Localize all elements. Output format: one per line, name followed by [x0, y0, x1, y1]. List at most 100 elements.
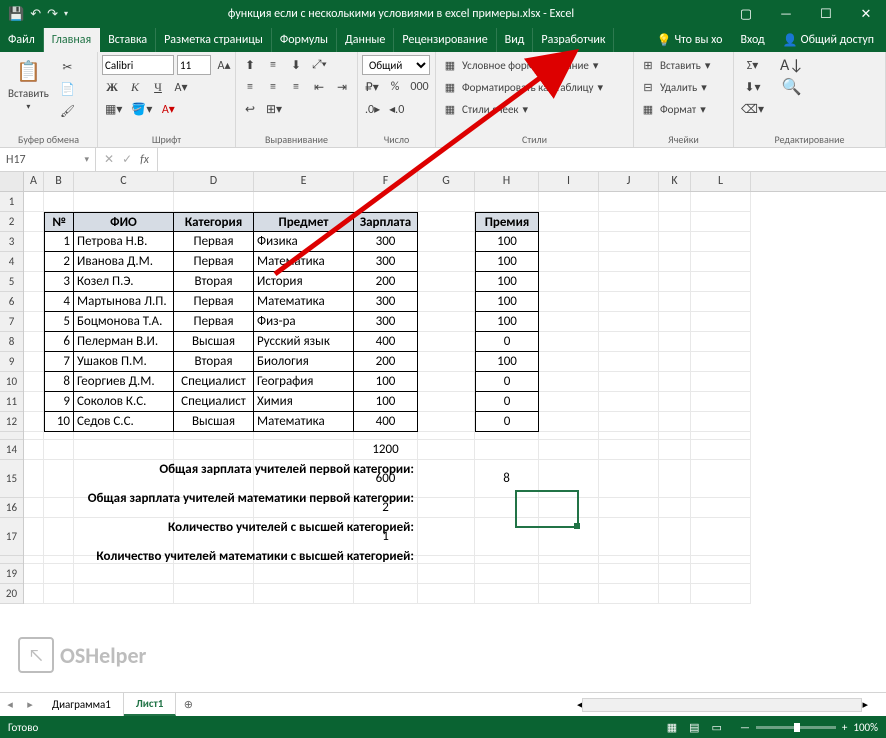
decrease-font-icon[interactable]: A▾ — [171, 77, 191, 97]
cancel-formula-icon[interactable]: ✕ — [104, 152, 114, 167]
cell[interactable] — [691, 584, 751, 604]
cell[interactable] — [691, 412, 751, 432]
cell[interactable]: Мартынова Л.П. — [74, 292, 174, 312]
cell[interactable] — [418, 440, 475, 460]
cell[interactable] — [539, 440, 599, 460]
comma-icon[interactable]: 000 — [408, 77, 431, 97]
cell[interactable] — [44, 564, 74, 584]
cell[interactable]: № — [44, 212, 74, 232]
cell[interactable] — [24, 440, 44, 460]
col-header-E[interactable]: E — [254, 172, 354, 191]
cell[interactable] — [475, 192, 539, 212]
cell[interactable] — [44, 460, 74, 498]
col-header-L[interactable]: L — [691, 172, 751, 191]
cell[interactable]: 3 — [44, 272, 74, 292]
cell[interactable] — [659, 292, 691, 312]
cell[interactable] — [44, 498, 74, 518]
row-header[interactable]: 3 — [0, 232, 23, 252]
col-header-K[interactable]: K — [659, 172, 691, 191]
autosum-icon[interactable]: Σ▾ — [738, 55, 767, 75]
col-header-F[interactable]: F — [354, 172, 418, 191]
cell[interactable] — [599, 412, 659, 432]
cell[interactable]: 400 — [354, 332, 418, 352]
cell[interactable] — [691, 440, 751, 460]
cell[interactable]: Математика — [254, 412, 354, 432]
cell[interactable] — [599, 272, 659, 292]
cell[interactable] — [24, 392, 44, 412]
tab-page-layout[interactable]: Разметка страницы — [156, 28, 272, 52]
cell[interactable]: 0 — [475, 372, 539, 392]
cell[interactable] — [599, 372, 659, 392]
row-header[interactable]: 15 — [0, 460, 23, 498]
format-cells-button[interactable]: ▦Формат ▾ — [638, 99, 729, 119]
row-header[interactable]: 1 — [0, 192, 23, 212]
cell[interactable]: 10 — [44, 412, 74, 432]
cell[interactable] — [44, 556, 74, 564]
cell[interactable] — [254, 440, 354, 460]
sheet-tab-list1[interactable]: Лист1 — [124, 693, 177, 716]
cell[interactable]: Иванова Д.М. — [74, 252, 174, 272]
cell[interactable] — [418, 460, 475, 498]
cell[interactable] — [539, 392, 599, 412]
cell[interactable] — [539, 584, 599, 604]
cell[interactable] — [599, 440, 659, 460]
cell[interactable]: 100 — [475, 292, 539, 312]
cell[interactable] — [24, 564, 44, 584]
cell[interactable] — [44, 518, 74, 556]
cell[interactable]: Соколов К.С. — [74, 392, 174, 412]
cell[interactable] — [24, 432, 44, 440]
font-size-combo[interactable] — [177, 55, 211, 75]
cell[interactable] — [475, 564, 539, 584]
cell[interactable] — [659, 498, 691, 518]
cell[interactable] — [354, 432, 418, 440]
cell[interactable] — [539, 212, 599, 232]
cell[interactable]: 100 — [475, 352, 539, 372]
cell[interactable] — [599, 564, 659, 584]
tab-formulas[interactable]: Формулы — [272, 28, 337, 52]
cell[interactable] — [599, 212, 659, 232]
redo-icon[interactable]: ↷ — [47, 7, 58, 22]
cell[interactable]: 300 — [354, 292, 418, 312]
cell[interactable]: 100 — [475, 232, 539, 252]
cell[interactable] — [418, 352, 475, 372]
row-header[interactable]: 14 — [0, 440, 23, 460]
delete-cells-button[interactable]: ⊟Удалить ▾ — [638, 77, 729, 97]
cell[interactable]: Вторая — [174, 352, 254, 372]
cell[interactable] — [24, 518, 44, 556]
indent-decrease-icon[interactable]: ⇤ — [309, 77, 329, 97]
cell[interactable]: Специалист — [174, 392, 254, 412]
cell[interactable] — [24, 212, 44, 232]
cell[interactable]: Высшая — [174, 412, 254, 432]
cell[interactable] — [659, 272, 691, 292]
login-button[interactable]: Вход — [732, 28, 772, 52]
cell[interactable]: Боцмонова Т.А. — [74, 312, 174, 332]
align-left-icon[interactable]: ≡ — [240, 77, 260, 97]
cell[interactable]: 100 — [475, 312, 539, 332]
row-header[interactable]: 10 — [0, 372, 23, 392]
cell[interactable] — [659, 192, 691, 212]
cell[interactable] — [24, 352, 44, 372]
cell[interactable] — [539, 372, 599, 392]
cell[interactable]: Физ-ра — [254, 312, 354, 332]
cell[interactable] — [691, 312, 751, 332]
cell[interactable] — [599, 192, 659, 212]
select-all-corner[interactable] — [0, 172, 24, 191]
underline-button[interactable]: Ч — [148, 77, 168, 97]
cell[interactable]: Премия — [475, 212, 539, 232]
zoom-out-icon[interactable]: — — [740, 721, 750, 734]
cell[interactable] — [24, 312, 44, 332]
cell[interactable]: 5 — [44, 312, 74, 332]
cell[interactable]: Первая — [174, 292, 254, 312]
cell[interactable] — [691, 332, 751, 352]
row-header[interactable]: 20 — [0, 584, 23, 604]
cell[interactable]: Козел П.Э. — [74, 272, 174, 292]
cell[interactable] — [539, 518, 599, 556]
cell[interactable] — [418, 372, 475, 392]
cell[interactable] — [418, 564, 475, 584]
row-header[interactable]: 11 — [0, 392, 23, 412]
cell[interactable] — [599, 232, 659, 252]
cell[interactable] — [174, 432, 254, 440]
tab-nav-next-icon[interactable]: ▸ — [20, 698, 40, 711]
cell[interactable] — [599, 332, 659, 352]
cell[interactable] — [354, 192, 418, 212]
